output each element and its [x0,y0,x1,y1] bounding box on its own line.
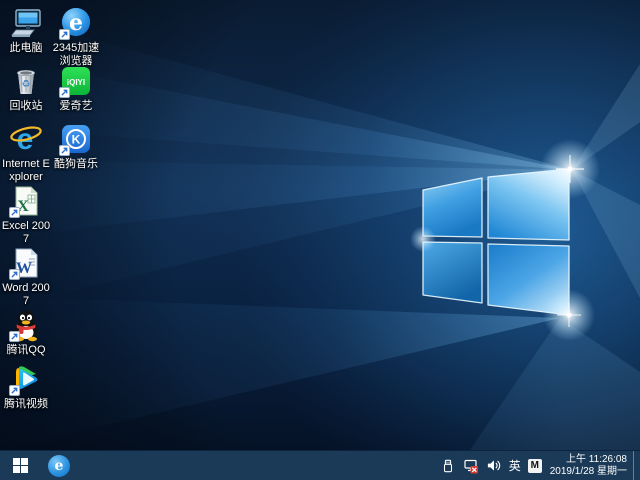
icon-label: Internet Explorer [0,158,52,184]
taskbar-empty-area[interactable] [78,451,436,480]
network-disconnected-icon[interactable] [463,458,479,474]
shortcut-arrow-icon [9,269,20,280]
desktop-icon-tencent-video[interactable]: 腾讯视频 [0,362,52,411]
tencent-qq-icon [9,308,43,342]
kugou-music-icon: K [59,122,93,156]
start-button[interactable] [0,451,40,480]
system-tray: 英 M [436,451,548,480]
excel-icon: X [9,184,43,218]
windows-logo-icon [13,458,28,473]
shortcut-arrow-icon [9,331,20,342]
svg-text:♻: ♻ [22,79,31,90]
shortcut-arrow-icon [59,145,70,156]
icon-label: 爱奇艺 [60,100,93,113]
shortcut-arrow-icon [59,29,70,40]
taskbar-app-2345-browser[interactable]: e [40,451,78,480]
shortcut-arrow-icon [59,87,70,98]
desktop: 此电脑 e 2345加速浏览器 [0,0,640,450]
desktop-icon-this-pc[interactable]: 此电脑 [0,6,52,55]
desktop-icons: 此电脑 e 2345加速浏览器 [0,0,640,450]
desktop-icon-kugou-music[interactable]: K 酷狗音乐 [50,122,102,171]
internet-explorer-icon: e [9,122,43,156]
icon-label: 回收站 [10,100,43,113]
icon-label: 此电脑 [10,42,43,55]
clock-time: 上午 11:26:08 [566,454,627,466]
show-desktop-button[interactable] [633,451,640,480]
icon-label: 腾讯QQ [6,344,45,357]
usb-device-icon[interactable] [440,458,456,474]
taskbar-clock[interactable]: 上午 11:26:08 2019/1/28 星期一 [548,451,633,480]
icon-label: Word 2007 [0,282,52,308]
desktop-icon-iqiyi[interactable]: iQIYI 爱奇艺 [50,64,102,113]
2345-browser-icon: e [59,6,93,40]
language-indicator[interactable]: 英 [509,458,521,474]
icon-label: 腾讯视频 [4,398,48,411]
svg-text:e: e [69,10,83,36]
word-icon: W [9,246,43,280]
desktop-icon-2345-browser[interactable]: e 2345加速浏览器 [50,6,102,68]
windows-desktop: { "desktop": { "icons": [ {"label": "此电脑… [0,0,640,480]
shortcut-arrow-icon [9,385,20,396]
icon-label: 酷狗音乐 [54,158,98,171]
recycle-bin-icon: ♻ [9,64,43,98]
volume-icon[interactable] [486,458,502,474]
desktop-icon-tencent-qq[interactable]: 腾讯QQ [0,308,52,357]
desktop-icon-word-2007[interactable]: W Word 2007 [0,246,52,308]
ime-mode-icon[interactable]: M [528,459,542,473]
svg-text:K: K [72,133,81,147]
shortcut-arrow-icon [9,207,20,218]
desktop-icon-internet-explorer[interactable]: e Internet Explorer [0,122,52,184]
svg-text:iQIYI: iQIYI [67,78,85,87]
taskbar: e 英 M 上午 [0,450,640,480]
desktop-icon-excel-2007[interactable]: X Excel 2007 [0,184,52,246]
clock-date: 2019/1/28 星期一 [550,466,627,478]
icon-label: Excel 2007 [0,220,52,246]
this-pc-icon [9,6,43,40]
iqiyi-icon: iQIYI [59,64,93,98]
tencent-video-icon [9,362,43,396]
2345-browser-icon: e [48,455,70,477]
desktop-icon-recycle-bin[interactable]: ♻ 回收站 [0,64,52,113]
